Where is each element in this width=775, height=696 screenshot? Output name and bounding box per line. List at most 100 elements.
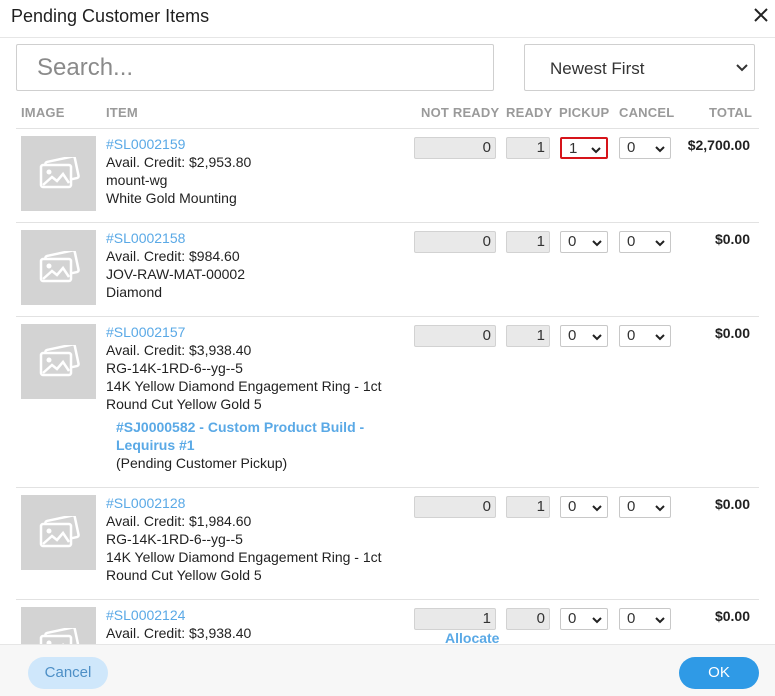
pickup-select[interactable]: 0 [560, 325, 608, 347]
item-sku-link[interactable]: #SL0002157 [106, 323, 185, 341]
job-link-continued[interactable]: Lequirus #1 [116, 436, 195, 454]
ready-field: 1 [506, 325, 550, 347]
chevron-down-icon [655, 617, 665, 624]
chevron-down-icon [655, 334, 665, 341]
close-icon[interactable] [750, 4, 772, 26]
ok-button[interactable]: OK [679, 657, 759, 689]
pickup-value: 0 [568, 327, 577, 344]
cancel-value: 0 [627, 233, 636, 250]
item-sku-link[interactable]: #SL0002124 [106, 606, 185, 624]
ready-field: 1 [506, 231, 550, 253]
cancel-select[interactable]: 0 [619, 608, 671, 630]
cancel-button[interactable]: Cancel [28, 657, 108, 689]
pickup-value: 1 [569, 140, 578, 157]
chevron-down-icon [655, 146, 665, 153]
sort-select[interactable]: Newest First [524, 44, 755, 91]
cancel-value: 0 [627, 610, 636, 627]
item-description: Diamond [106, 284, 163, 300]
pickup-select[interactable]: 0 [560, 608, 608, 630]
column-header-total: TOTAL [709, 105, 753, 120]
cancel-value: 0 [627, 498, 636, 515]
column-header-ready: READY [506, 105, 553, 120]
table-row: #SL0002128 Avail. Credit: $1,984.60 RG-1… [16, 487, 759, 599]
item-available-credit: Avail. Credit: $984.60 [106, 248, 240, 264]
item-total: $0.00 [714, 325, 750, 341]
item-description: 14K Yellow Diamond Engagement Ring - 1ct [106, 378, 382, 394]
pickup-select[interactable]: 0 [560, 496, 608, 518]
ready-field: 1 [506, 137, 550, 159]
cancel-select[interactable]: 0 [619, 325, 671, 347]
chevron-down-icon [592, 617, 602, 624]
column-header-cancel: CANCEL [619, 105, 675, 120]
not-ready-field: 0 [414, 325, 496, 347]
item-thumbnail [21, 136, 96, 211]
chevron-down-icon [591, 147, 601, 154]
job-link[interactable]: #SJ0000582 - Custom Product Build - [116, 418, 364, 436]
table-row: #SL0002159 Avail. Credit: $2,953.80 moun… [16, 128, 759, 222]
chevron-down-icon [592, 334, 602, 341]
item-available-credit: Avail. Credit: $2,953.80 [106, 154, 252, 170]
item-available-credit: Avail. Credit: $1,984.60 [106, 513, 252, 529]
not-ready-field: 0 [414, 137, 496, 159]
chevron-down-icon [655, 505, 665, 512]
chevron-down-icon [592, 240, 602, 247]
pickup-select[interactable]: 1 [560, 137, 608, 159]
image-placeholder-icon [39, 345, 80, 377]
dialog-footer: Cancel OK [0, 644, 775, 696]
job-status: (Pending Customer Pickup) [116, 455, 288, 471]
pickup-value: 0 [568, 233, 577, 250]
cancel-select[interactable]: 0 [619, 137, 671, 159]
allocate-link[interactable]: Allocate [445, 630, 499, 644]
pickup-select[interactable]: 0 [560, 231, 608, 253]
item-code: RG-14K-1RD-6--yg--5 [106, 531, 243, 547]
item-total: $2,700.00 [687, 137, 750, 153]
column-header-not-ready: NOT READY [421, 105, 500, 120]
not-ready-field: 1 [414, 608, 496, 630]
item-total: $0.00 [714, 231, 750, 247]
item-thumbnail [21, 230, 96, 305]
table-row: #SL0002124 Avail. Credit: $3,938.40 1 Al… [16, 599, 759, 644]
item-description-2: Round Cut Yellow Gold 5 [106, 567, 262, 583]
item-description-2: Round Cut Yellow Gold 5 [106, 396, 262, 412]
search-input[interactable] [16, 44, 494, 91]
table-row: #SL0002158 Avail. Credit: $984.60 JOV-RA… [16, 222, 759, 316]
item-thumbnail [21, 495, 96, 570]
cancel-select[interactable]: 0 [619, 231, 671, 253]
item-code: JOV-RAW-MAT-00002 [106, 266, 246, 282]
column-header-pickup: PICKUP [559, 105, 610, 120]
cancel-select[interactable]: 0 [619, 496, 671, 518]
item-total: $0.00 [714, 496, 750, 512]
pickup-value: 0 [568, 610, 577, 627]
item-code: RG-14K-1RD-6--yg--5 [106, 360, 243, 376]
image-placeholder-icon [39, 516, 80, 548]
cancel-value: 0 [627, 139, 636, 156]
not-ready-field: 0 [414, 231, 496, 253]
chevron-down-icon [592, 505, 602, 512]
item-available-credit: Avail. Credit: $3,938.40 [106, 342, 252, 358]
image-placeholder-icon [39, 157, 80, 189]
item-available-credit: Avail. Credit: $3,938.40 [106, 625, 252, 641]
item-sku-link[interactable]: #SL0002158 [106, 229, 185, 247]
dialog-header: Pending Customer Items [0, 0, 775, 38]
cancel-value: 0 [627, 327, 636, 344]
column-header-image: IMAGE [21, 105, 65, 120]
item-description: White Gold Mounting [106, 190, 237, 206]
item-description: 14K Yellow Diamond Engagement Ring - 1ct [106, 549, 382, 565]
item-code: mount-wg [106, 172, 168, 188]
item-sku-link[interactable]: #SL0002159 [106, 135, 185, 153]
ready-field: 0 [506, 608, 550, 630]
sort-selected-label: Newest First [550, 59, 645, 78]
table-row: #SL0002157 Avail. Credit: $3,938.40 RG-1… [16, 316, 759, 487]
pickup-value: 0 [568, 498, 577, 515]
dialog-title: Pending Customer Items [11, 6, 210, 26]
item-thumbnail [21, 607, 96, 644]
ready-field: 1 [506, 496, 550, 518]
item-total: $0.00 [714, 608, 750, 624]
items-list[interactable]: #SL0002159 Avail. Credit: $2,953.80 moun… [0, 128, 775, 644]
chevron-down-icon [655, 240, 665, 247]
image-placeholder-icon [39, 628, 80, 644]
column-header-item: ITEM [106, 105, 138, 120]
item-sku-link[interactable]: #SL0002128 [106, 494, 185, 512]
item-thumbnail [21, 324, 96, 399]
not-ready-field: 0 [414, 496, 496, 518]
